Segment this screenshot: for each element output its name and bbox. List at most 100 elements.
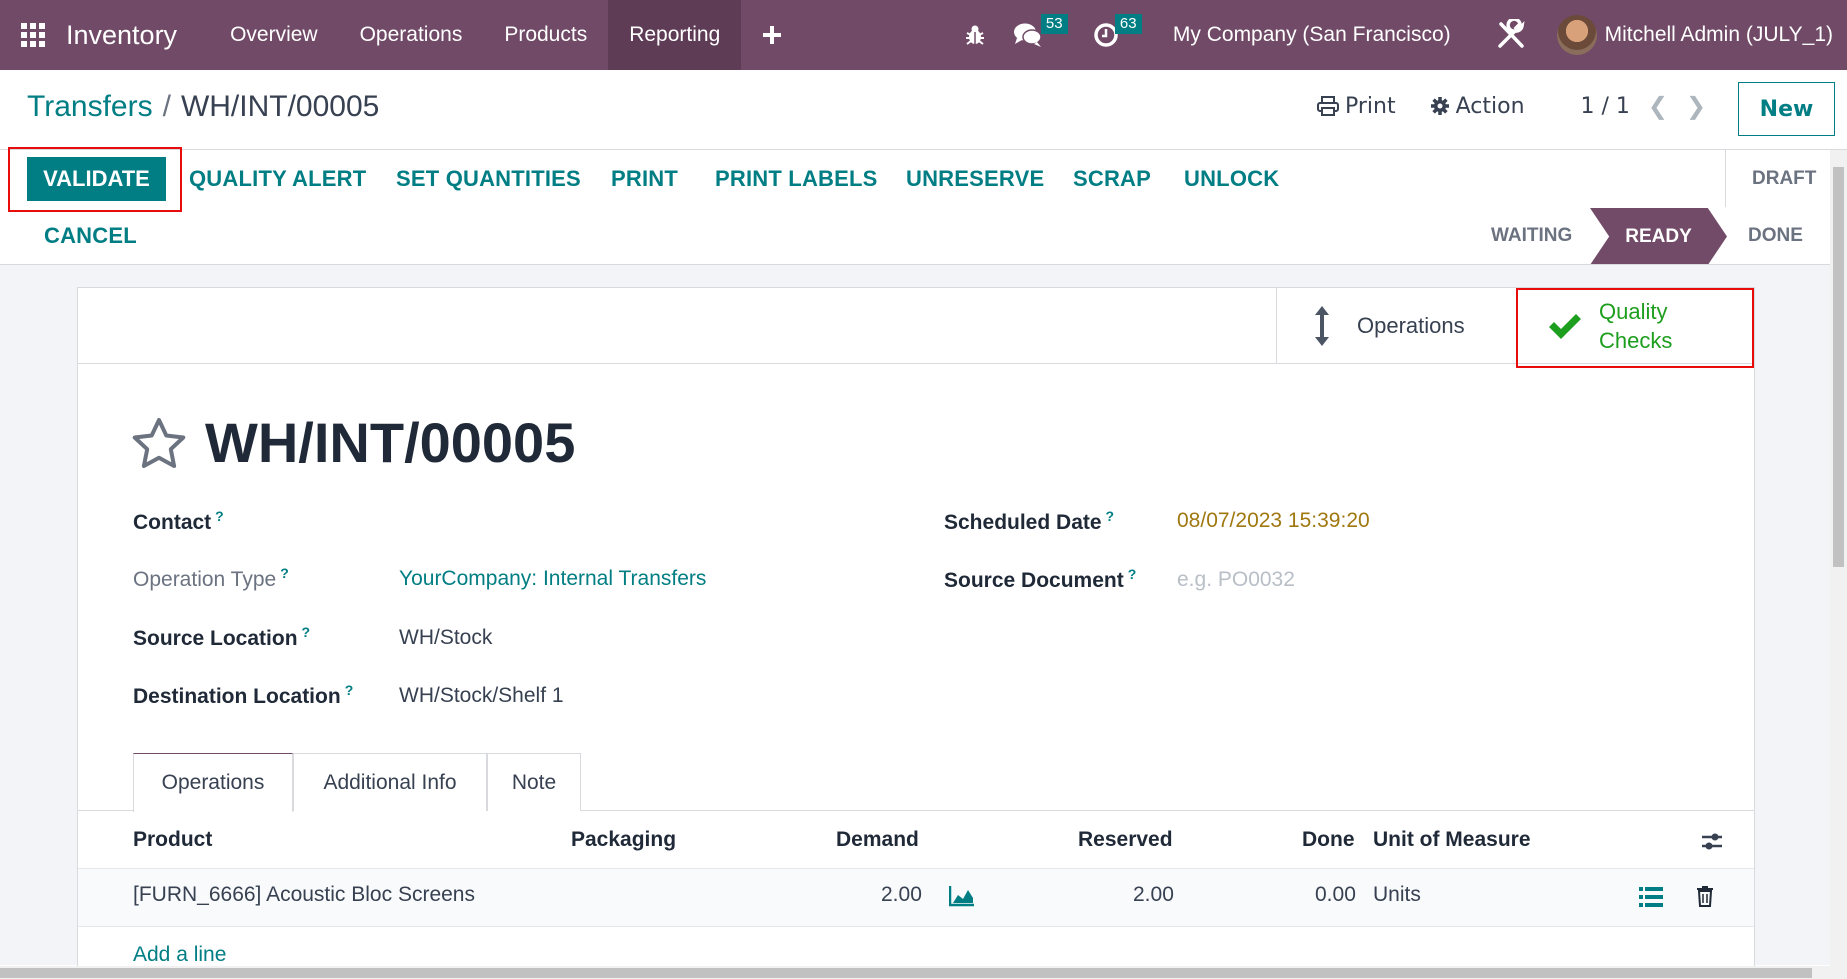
help-icon[interactable]: ? [1128,566,1137,582]
status-waiting[interactable]: WAITING [1491,225,1572,247]
horizontal-scrollbar[interactable] [0,966,1847,979]
print-button[interactable]: PRINT [611,166,678,192]
col-packaging[interactable]: Packaging [571,828,676,852]
contact-field[interactable] [398,506,938,536]
cell-reserved[interactable]: 2.00 [1133,883,1174,907]
form-sheet: Operations Quality Checks WH/INT/00005 C… [77,287,1755,977]
bug-icon [965,25,984,45]
col-product[interactable]: Product [133,828,212,852]
chat-icon [1013,23,1042,47]
settings-tools-button[interactable] [1481,0,1557,70]
plus-icon [763,26,782,44]
pager: 1 / 1 ❮ ❯ [1581,92,1707,120]
status-ready[interactable]: READY [1590,208,1727,265]
scrap-button[interactable]: SCRAP [1073,166,1151,192]
action-dropdown[interactable]: Action [1430,94,1525,119]
vertical-scrollbar[interactable] [1830,150,1847,966]
detailed-operations-button[interactable] [1639,887,1663,911]
col-unit-of-measure[interactable]: Unit of Measure [1373,828,1531,852]
activities-badge: 63 [1114,14,1142,34]
cancel-button[interactable]: CANCEL [44,223,137,249]
quick-create-button[interactable] [741,0,803,70]
operation-type-field[interactable]: YourCompany: Internal Transfers [399,567,706,591]
cell-done[interactable]: 0.00 [1315,883,1356,907]
tab-operations[interactable]: Operations [133,753,293,812]
activities-button[interactable]: 63 [1079,0,1159,70]
help-icon[interactable]: ? [345,682,354,698]
record-name: WH/INT/00005 [205,411,576,474]
record-title: WH/INT/00005 [131,410,575,475]
pager-next-button[interactable]: ❯ [1686,92,1706,120]
user-avatar [1556,15,1597,55]
contact-label: Contact? [133,508,224,534]
menu-reporting[interactable]: Reporting [608,0,742,70]
set-quantities-button[interactable]: SET QUANTITIES [396,166,581,192]
debug-button[interactable] [951,0,999,70]
source-location-field[interactable]: WH/Stock [399,626,492,650]
print-dropdown[interactable]: Print [1317,94,1396,119]
new-button[interactable]: New [1738,82,1835,136]
printer-icon [1317,96,1339,116]
scheduled-date-field[interactable]: 08/07/2023 15:39:20 [1177,509,1370,533]
menu-overview[interactable]: Overview [209,0,339,70]
unreserve-button[interactable]: UNRESERVE [906,166,1044,192]
cell-product[interactable]: [FURN_6666] Acoustic Bloc Screens [133,883,475,907]
control-panel-actions: Print Action 1 / 1 ❮ ❯ [1317,92,1706,120]
status-draft[interactable]: DRAFT [1752,168,1816,190]
source-document-input[interactable]: e.g. PO0032 [1177,568,1295,592]
destination-location-label: Destination Location? [133,682,354,708]
help-icon[interactable]: ? [302,624,311,640]
breadcrumb-separator: / [162,90,171,123]
pager-value[interactable]: 1 / 1 [1581,94,1630,119]
status-done[interactable]: DONE [1748,225,1803,247]
company-switcher[interactable]: My Company (San Francisco) [1159,0,1481,70]
list-icon [1639,887,1663,907]
menu-operations[interactable]: Operations [339,0,484,70]
highlight-validate [8,147,182,212]
app-brand[interactable]: Inventory [66,20,209,51]
col-reserved[interactable]: Reserved [1078,828,1173,852]
cell-uom[interactable]: Units [1373,883,1421,907]
action-label: Action [1455,93,1525,119]
operations-smart-button[interactable]: Operations [1276,288,1516,364]
print-label: Print [1345,93,1396,119]
vertical-arrows-icon [1315,306,1329,346]
tools-icon [1497,19,1525,48]
pager-previous-button[interactable]: ❮ [1648,92,1668,120]
source-document-label: Source Document? [944,566,1137,592]
gear-icon [1430,97,1449,115]
col-done[interactable]: Done [1302,828,1355,852]
app-menu-button[interactable] [0,0,66,70]
cell-demand[interactable]: 2.00 [881,883,922,907]
add-line-link[interactable]: Add a line [133,943,226,967]
destination-location-field[interactable]: WH/Stock/Shelf 1 [399,684,564,708]
operations-smart-label: Operations [1357,313,1465,338]
print-labels-button[interactable]: PRINT LABELS [715,166,878,192]
tab-note[interactable]: Note [487,753,581,811]
col-demand[interactable]: Demand [836,828,919,852]
breadcrumb-transfers[interactable]: Transfers [27,90,153,124]
help-icon[interactable]: ? [280,565,289,581]
optional-columns-toggle[interactable] [1700,829,1724,857]
menu-products[interactable]: Products [483,0,608,70]
area-chart-icon [948,886,974,907]
messages-button[interactable]: 53 [999,0,1079,70]
divider [0,149,1847,150]
help-icon[interactable]: ? [1106,508,1115,524]
forecast-report-button[interactable] [948,885,975,911]
scheduled-date-label: Scheduled Date? [944,508,1115,534]
operation-type-label: Operation Type? [133,565,289,591]
breadcrumb: Transfers / WH/INT/00005 [27,90,379,124]
tab-additional-info[interactable]: Additional Info [293,753,487,811]
quality-alert-button[interactable]: QUALITY ALERT [189,166,366,192]
status-separator [1725,150,1726,207]
help-icon[interactable]: ? [215,508,224,524]
unlock-button[interactable]: UNLOCK [1184,166,1279,192]
user-name: Mitchell Admin (JULY_1) [1604,23,1833,46]
delete-row-button[interactable] [1696,885,1714,911]
user-menu[interactable]: Mitchell Admin (JULY_1) [1556,0,1847,70]
horizontal-scrollbar-thumb[interactable] [0,968,1812,978]
star-icon[interactable] [131,417,187,469]
vertical-scrollbar-thumb[interactable] [1833,167,1844,567]
top-navbar: Inventory Overview Operations Products R… [0,0,1847,70]
